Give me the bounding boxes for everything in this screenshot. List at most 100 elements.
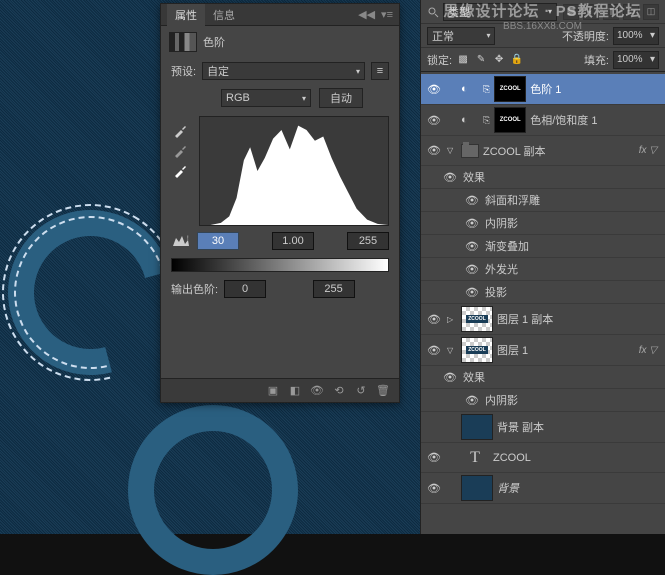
input-white-point[interactable]	[347, 232, 389, 250]
visibility-toggle-icon[interactable]: 👁	[463, 237, 481, 255]
preset-dropdown[interactable]: 自定 ▾	[202, 62, 365, 80]
visibility-toggle-icon[interactable]: 👁	[425, 479, 443, 497]
lock-transparency-icon[interactable]: ▩	[456, 53, 470, 67]
layer-row[interactable]: 👁◐⎘ZCOOL色阶 1	[421, 74, 665, 105]
filter-pixel-icon[interactable]: ▩	[563, 4, 579, 20]
visibility-toggle-icon[interactable]: 👁	[425, 111, 443, 129]
layer-name[interactable]: 图层 1	[497, 342, 528, 358]
layer-row[interactable]: 👁内阴影	[421, 389, 665, 412]
eyedropper-white-icon[interactable]	[171, 164, 189, 178]
lock-position-icon[interactable]: ✥	[492, 53, 506, 67]
panel-collapse-icon[interactable]: ◀◀	[358, 8, 375, 21]
layer-row[interactable]: 👁内阴影	[421, 212, 665, 235]
layer-name[interactable]: 内阴影	[485, 392, 518, 408]
visibility-toggle-icon[interactable]: 👁	[441, 168, 459, 186]
visibility-toggle-icon[interactable]: 👁	[441, 368, 459, 386]
filter-type-icon[interactable]: T	[603, 4, 619, 20]
blend-mode-dropdown[interactable]: 正常 ▾	[427, 27, 495, 45]
output-black-slider[interactable]	[168, 270, 176, 278]
visibility-toggle-icon[interactable]: 👁	[463, 260, 481, 278]
target-adjustment-icon[interactable]: ▣	[263, 382, 283, 400]
preset-menu-button[interactable]: ≡	[371, 62, 389, 80]
layer-row[interactable]: 👁◐⎘ZCOOL色相/饱和度 1	[421, 105, 665, 136]
layer-name[interactable]: 内阴影	[485, 215, 518, 231]
layer-row[interactable]: 👁 ▷ ZCOOL图层 1 副本	[421, 304, 665, 335]
layer-row[interactable]: 👁投影	[421, 281, 665, 304]
auto-button[interactable]: 自动	[319, 88, 363, 108]
layer-name[interactable]: 图层 1 副本	[497, 311, 553, 327]
layer-row[interactable]: 👁渐变叠加	[421, 235, 665, 258]
layer-name[interactable]: 效果	[463, 169, 485, 185]
visibility-toggle-icon[interactable]: 👁	[425, 310, 443, 328]
channel-dropdown[interactable]: RGB ▾	[221, 89, 311, 107]
layer-name[interactable]: 渐变叠加	[485, 238, 529, 254]
filter-adjustment-icon[interactable]: ◐	[583, 4, 599, 20]
layer-thumb[interactable]	[461, 414, 493, 440]
layer-name[interactable]: 外发光	[485, 261, 518, 277]
layer-mask-thumb[interactable]: ZCOOL	[494, 76, 526, 102]
visibility-toggle-icon[interactable]: 👁	[463, 214, 481, 232]
layer-list[interactable]: 👁◐⎘ZCOOL色阶 1👁◐⎘ZCOOL色相/饱和度 1👁▽ZCOOL 副本fx…	[421, 74, 665, 534]
panel-menu-icon[interactable]: ▾≡	[381, 8, 393, 21]
visibility-toggle-icon[interactable]: 👁	[463, 283, 481, 301]
layer-name[interactable]: 色阶 1	[530, 81, 561, 97]
view-previous-icon[interactable]: ⟲	[329, 382, 349, 400]
layer-fx-badge[interactable]: fx ▽	[639, 345, 661, 356]
layer-mask-thumb[interactable]: ZCOOL	[494, 107, 526, 133]
layer-thumb[interactable]	[461, 475, 493, 501]
output-white-slider[interactable]	[384, 270, 392, 278]
expand-icon[interactable]: ▽	[447, 346, 457, 355]
lock-pixels-icon[interactable]: ✎	[474, 53, 488, 67]
visibility-toggle-icon[interactable]: 👁	[425, 449, 443, 467]
layer-row[interactable]: 👁外发光	[421, 258, 665, 281]
layer-row[interactable]: 👁 背景	[421, 473, 665, 504]
layer-row[interactable]: 👁TZCOOL	[421, 443, 665, 473]
output-black-point[interactable]	[224, 280, 266, 298]
eyedropper-gray-icon[interactable]	[171, 144, 189, 158]
filter-kind-dropdown[interactable]: 类型 ▾	[443, 3, 557, 21]
delete-adjustment-icon[interactable]: 🗑	[373, 382, 393, 400]
opacity-input[interactable]: 100%▾	[613, 27, 659, 45]
link-icon[interactable]: ⎘	[483, 84, 490, 95]
visibility-toggle-icon[interactable]: 👁	[463, 191, 481, 209]
layer-name[interactable]: 背景 副本	[497, 419, 544, 435]
layer-thumb[interactable]: ZCOOL	[461, 337, 493, 363]
toggle-visibility-icon[interactable]: 👁	[307, 382, 327, 400]
layer-row[interactable]: 👁 ▽ ZCOOL 副本 fx ▽	[421, 136, 665, 166]
visibility-toggle-icon[interactable]: 👁	[463, 391, 481, 409]
layer-name[interactable]: 效果	[463, 369, 485, 385]
layer-name[interactable]: ZCOOL	[493, 452, 531, 464]
tab-info[interactable]: 信息	[205, 4, 243, 26]
tab-properties[interactable]: 属性	[167, 4, 205, 26]
lock-all-icon[interactable]: 🔒	[510, 53, 524, 67]
input-gamma[interactable]	[272, 232, 314, 250]
clip-to-layer-icon[interactable]: ◧	[285, 382, 305, 400]
reset-icon[interactable]: ↺	[351, 382, 371, 400]
layer-name[interactable]: 斜面和浮雕	[485, 192, 540, 208]
output-white-point[interactable]	[313, 280, 355, 298]
layer-row[interactable]: 👁 ▽ ZCOOL图层 1 fx ▽	[421, 335, 665, 366]
expand-icon[interactable]: ▷	[447, 315, 457, 324]
visibility-toggle-icon[interactable]: 👁	[425, 341, 443, 359]
layer-thumb[interactable]: ZCOOL	[461, 306, 493, 332]
visibility-toggle-icon[interactable]	[425, 418, 443, 436]
visibility-toggle-icon[interactable]: 👁	[425, 80, 443, 98]
layer-row[interactable]: 背景 副本	[421, 412, 665, 443]
layer-name[interactable]: 投影	[485, 284, 507, 300]
layer-row[interactable]: 👁效果	[421, 366, 665, 389]
visibility-toggle-icon[interactable]: 👁	[425, 142, 443, 160]
layer-fx-badge[interactable]: fx ▽	[639, 145, 661, 156]
expand-icon[interactable]: ▽	[447, 146, 457, 155]
layer-row[interactable]: 👁效果	[421, 166, 665, 189]
layer-name[interactable]: ZCOOL 副本	[483, 143, 546, 159]
filter-smart-icon[interactable]: ◫	[643, 4, 659, 20]
fill-input[interactable]: 100%▾	[613, 51, 659, 69]
filter-shape-icon[interactable]: ▭	[623, 4, 639, 20]
input-black-point[interactable]	[197, 232, 239, 250]
layer-name[interactable]: 背景	[497, 480, 519, 496]
output-gradient[interactable]	[171, 258, 389, 272]
eyedropper-black-icon[interactable]	[171, 124, 189, 138]
layer-row[interactable]: 👁斜面和浮雕	[421, 189, 665, 212]
layer-name[interactable]: 色相/饱和度 1	[530, 112, 597, 128]
link-icon[interactable]: ⎘	[483, 115, 490, 126]
